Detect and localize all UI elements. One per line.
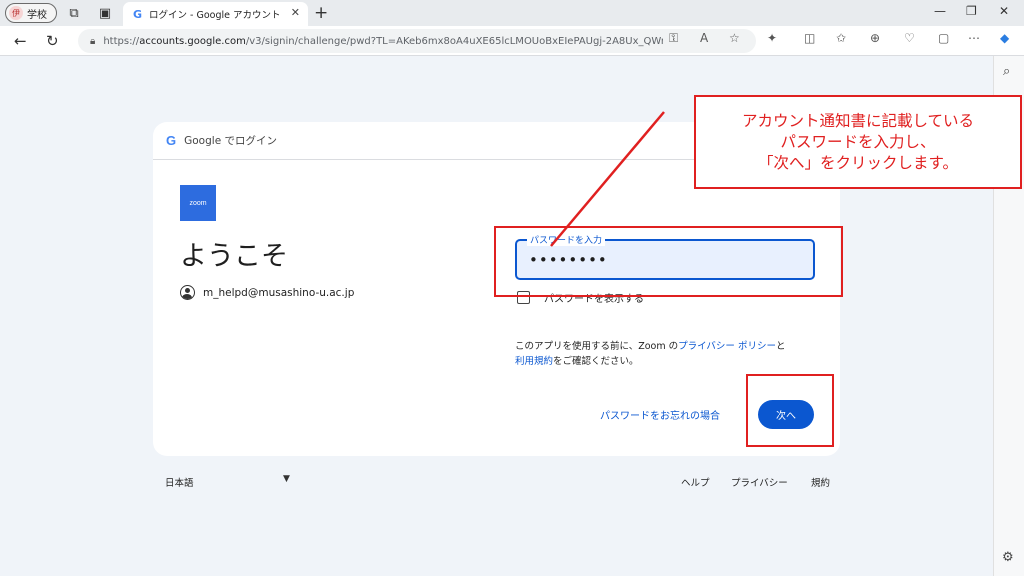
account-chip[interactable]: m_helpd@musashino-u.ac.jp [180, 285, 354, 300]
tab-actions-icon[interactable]: ▣ [97, 5, 113, 21]
privacy-policy-link[interactable]: プライバシー ポリシー [678, 341, 776, 352]
gear-icon[interactable]: ⚙ [1002, 550, 1014, 565]
policy-notice: このアプリを使用する前に、Zoom のプライバシー ポリシーと 利用規約をご確認く… [515, 341, 786, 367]
page-title: ようこそ [180, 241, 288, 272]
tab-title: ログイン - Google アカウント [149, 10, 281, 21]
favorite-star-icon[interactable]: ☆ [729, 31, 740, 45]
terms-link[interactable]: 利用規約 [515, 356, 553, 367]
more-menu-icon[interactable]: ⋯ [968, 31, 980, 45]
account-circle-icon [180, 285, 195, 300]
title-bar: 伊 学校 ⧉ ▣ G ログイン - Google アカウント ✕ + — ❐ ✕ [0, 0, 1024, 26]
zoom-logo: zoom [180, 185, 216, 221]
instruction-callout: アカウント通知書に記載している パスワードを入力し、 「次へ」をクリックします。 [694, 95, 1022, 189]
chevron-down-icon[interactable]: ▼ [283, 474, 290, 484]
split-screen-icon[interactable]: ◫ [804, 31, 815, 45]
restore-icon[interactable]: ❐ [966, 4, 977, 18]
tab-google-signin[interactable]: G ログイン - Google アカウント ✕ [123, 2, 308, 26]
search-icon[interactable]: ⌕ [1003, 64, 1010, 79]
profile-avatar: 伊 [9, 6, 23, 20]
new-tab-icon[interactable]: + [314, 3, 328, 23]
browser-toolbar: ← ↻ 🔒︎ https://accounts.google.com/v3/si… [0, 26, 1024, 56]
workspaces-icon[interactable]: ⧉ [66, 5, 82, 21]
read-aloud-icon[interactable]: A [700, 31, 708, 45]
minimize-icon[interactable]: — [934, 4, 946, 18]
collections-icon[interactable]: ⊕ [870, 31, 880, 45]
address-bar[interactable]: 🔒︎ https://accounts.google.com/v3/signin… [78, 29, 756, 53]
google-favicon-icon: G [133, 7, 143, 21]
copilot-icon[interactable]: ◆ [1000, 31, 1009, 45]
tab-close-icon[interactable]: ✕ [291, 6, 300, 19]
password-highlight-box [494, 226, 843, 297]
key-icon[interactable]: ⚿ [669, 31, 678, 46]
back-icon[interactable]: ← [14, 32, 27, 50]
language-select[interactable]: 日本語 [165, 475, 194, 489]
next-button-highlight-box [746, 374, 834, 447]
callout-text: アカウント通知書に記載している パスワードを入力し、 「次へ」をクリックします。 [741, 111, 975, 172]
forgot-password-link[interactable]: パスワードをお忘れの場合 [600, 407, 720, 422]
profile-label: 学校 [27, 9, 47, 21]
extensions-icon[interactable]: ✦ [767, 31, 777, 45]
terms-footer-link[interactable]: 規約 [811, 475, 830, 489]
privacy-link[interactable]: プライバシー [731, 475, 788, 489]
account-email: m_helpd@musashino-u.ac.jp [203, 286, 355, 299]
site-info-icon[interactable]: 🔒︎ [90, 36, 95, 47]
screenshot-icon[interactable]: ▢ [938, 31, 949, 45]
refresh-icon[interactable]: ↻ [46, 32, 59, 50]
close-window-icon[interactable]: ✕ [999, 4, 1009, 18]
header-text: Google でログイン [184, 135, 277, 147]
favorites-icon[interactable]: ✩ [836, 31, 846, 45]
help-link[interactable]: ヘルプ [681, 475, 710, 489]
google-logo-icon: G [166, 133, 177, 148]
profile-button[interactable]: 伊 学校 [5, 3, 57, 23]
browser-essentials-icon[interactable]: ♡ [904, 31, 915, 45]
url-text: https://accounts.google.com/v3/signin/ch… [103, 35, 664, 47]
